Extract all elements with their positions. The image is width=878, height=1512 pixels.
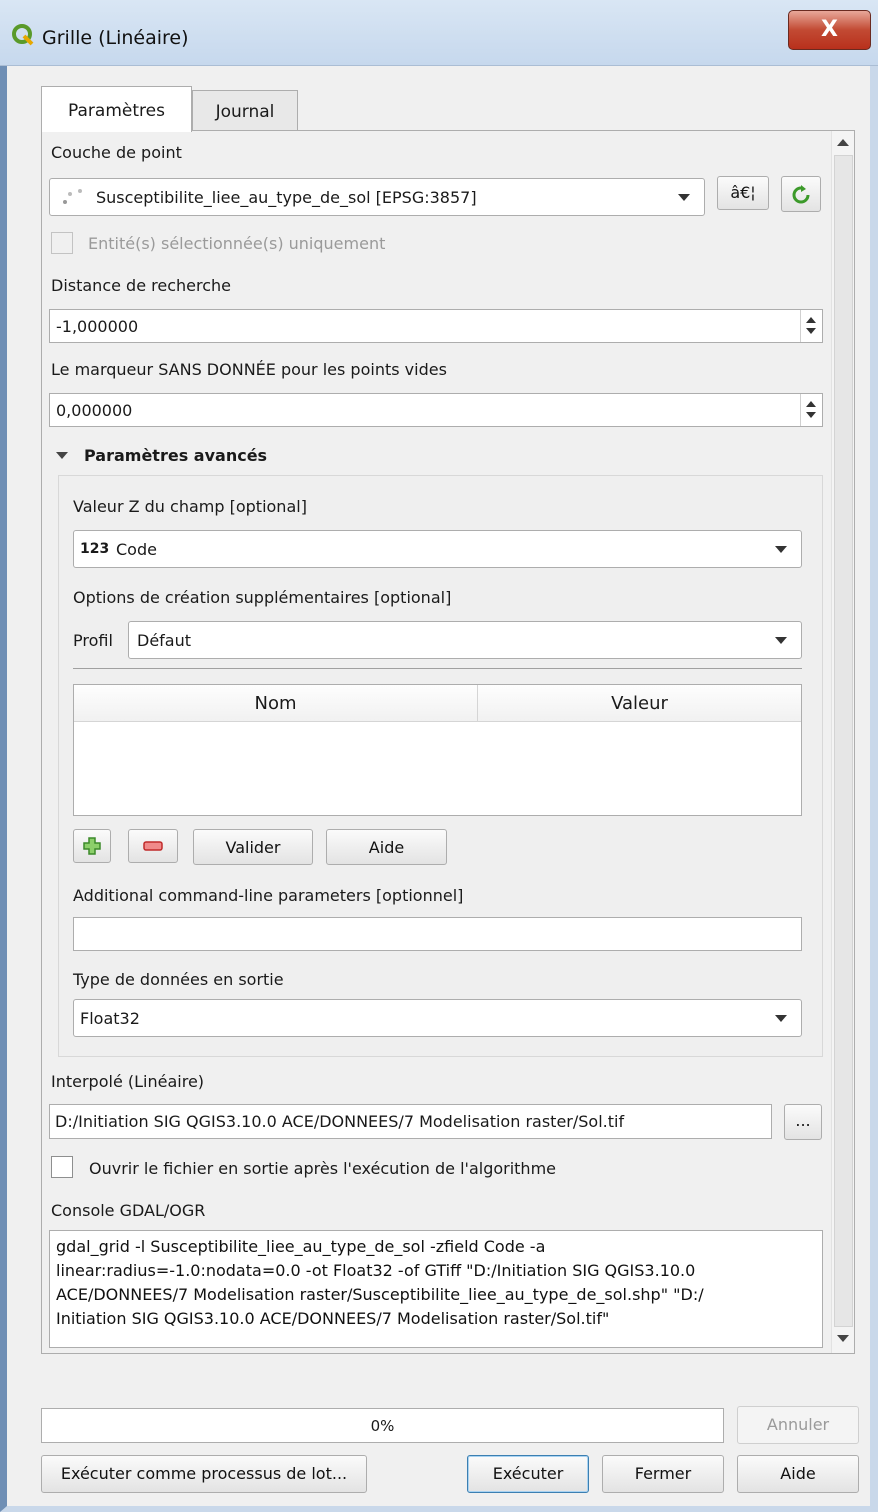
vertical-scrollbar[interactable]	[831, 131, 854, 1353]
z-field-value: Code	[116, 540, 157, 559]
nodata-value: 0,000000	[56, 401, 133, 420]
validate-button[interactable]: Valider	[193, 829, 313, 865]
point-layer-value: Susceptibilite_liee_au_type_de_sol [EPSG…	[96, 188, 477, 207]
output-type-label: Type de données en sortie	[73, 970, 284, 989]
selected-only-label: Entité(s) sélectionnée(s) uniquement	[88, 234, 386, 253]
spin-up-icon[interactable]	[806, 317, 816, 323]
browse-button[interactable]: ...	[784, 1104, 822, 1140]
tab-journal[interactable]: Journal	[192, 90, 298, 130]
scrollbar-thumb[interactable]	[834, 155, 853, 1327]
scroll-up-icon[interactable]	[837, 139, 849, 146]
iterate-icon	[792, 185, 810, 204]
batch-process-button[interactable]: Exécuter comme processus de lot...	[41, 1455, 367, 1493]
layer-options-button[interactable]: â€¦	[717, 176, 769, 210]
spin-down-icon[interactable]	[806, 328, 816, 334]
nodata-label: Le marqueur SANS DONNÉE pour les points …	[51, 360, 447, 379]
spin-down-icon[interactable]	[806, 412, 816, 418]
output-type-combo[interactable]: Float32	[73, 999, 802, 1037]
options-help-button[interactable]: Aide	[326, 829, 447, 865]
nodata-spinbox[interactable]: 0,000000	[49, 393, 823, 427]
title-bar: Grille (Linéaire)	[0, 0, 878, 66]
open-after-label: Ouvrir le fichier en sortie après l'exéc…	[89, 1159, 556, 1178]
qgis-logo-icon	[12, 24, 34, 46]
minus-icon	[143, 841, 163, 851]
advanced-params-header[interactable]: Paramètres avancés	[84, 446, 267, 465]
additional-params-label: Additional command-line parameters [opti…	[73, 886, 464, 905]
separator	[73, 668, 802, 669]
point-layer-icon	[63, 189, 82, 204]
output-label: Interpolé (Linéaire)	[51, 1072, 205, 1091]
console-line: ACE/DONNEES/7 Modelisation raster/Suscep…	[56, 1285, 704, 1304]
search-distance-value: -1,000000	[56, 317, 139, 336]
column-header-nom[interactable]: Nom	[74, 685, 478, 722]
gdal-console[interactable]: gdal_grid -l Susceptibilite_liee_au_type…	[49, 1230, 823, 1348]
output-type-value: Float32	[80, 1009, 140, 1028]
close-button[interactable]: Fermer	[602, 1455, 724, 1493]
open-after-checkbox[interactable]	[51, 1156, 73, 1178]
console-label: Console GDAL/OGR	[51, 1201, 206, 1220]
profile-value: Défaut	[137, 631, 192, 650]
progress-bar: 0%	[41, 1408, 724, 1443]
progress-text: 0%	[370, 1417, 395, 1435]
nodata-stepper[interactable]	[800, 394, 822, 426]
collapse-arrow-icon[interactable]	[56, 452, 68, 459]
creation-options-label: Options de création supplémentaires [opt…	[73, 588, 452, 607]
point-layer-combo[interactable]: Susceptibilite_liee_au_type_de_sol [EPSG…	[49, 178, 705, 216]
spin-up-icon[interactable]	[806, 401, 816, 407]
creation-options-table[interactable]: Nom Valeur	[73, 684, 802, 816]
add-row-button[interactable]	[73, 829, 111, 863]
run-button[interactable]: Exécuter	[467, 1455, 589, 1493]
chevron-down-icon	[678, 194, 690, 201]
chevron-down-icon	[775, 637, 787, 644]
remove-row-button[interactable]	[128, 829, 178, 863]
scroll-down-icon[interactable]	[837, 1335, 849, 1342]
search-distance-stepper[interactable]	[800, 310, 822, 342]
profile-combo[interactable]: Défaut	[128, 621, 802, 659]
window-title: Grille (Linéaire)	[42, 27, 189, 49]
tab-parametres[interactable]: Paramètres	[41, 86, 192, 132]
output-path-value: D:/Initiation SIG QGIS3.10.0 ACE/DONNEES…	[55, 1112, 625, 1131]
z-field-combo[interactable]: 123 Code	[73, 530, 802, 568]
close-window-button[interactable]: X	[788, 10, 871, 50]
cancel-button[interactable]: Annuler	[737, 1406, 859, 1444]
output-path-input[interactable]: D:/Initiation SIG QGIS3.10.0 ACE/DONNEES…	[49, 1104, 772, 1139]
z-field-label: Valeur Z du champ [optional]	[73, 497, 307, 516]
search-distance-label: Distance de recherche	[51, 276, 231, 295]
additional-params-input[interactable]	[73, 917, 802, 951]
console-line: Initiation SIG QGIS3.10.0 ACE/DONNEES/7 …	[56, 1309, 610, 1328]
iterate-button[interactable]	[781, 176, 821, 212]
point-layer-label: Couche de point	[51, 143, 182, 162]
numeric-field-icon: 123	[80, 541, 110, 557]
search-distance-spinbox[interactable]: -1,000000	[49, 309, 823, 343]
console-line: gdal_grid -l Susceptibilite_liee_au_type…	[56, 1237, 546, 1256]
plus-icon	[83, 837, 101, 855]
tab-journal-label: Journal	[215, 102, 275, 122]
selected-only-checkbox[interactable]	[51, 232, 73, 254]
tab-parametres-label: Paramètres	[68, 101, 165, 121]
help-button[interactable]: Aide	[737, 1455, 859, 1493]
column-header-valeur[interactable]: Valeur	[478, 685, 801, 722]
console-line: linear:radius=-1.0:nodata=0.0 -ot Float3…	[56, 1261, 696, 1280]
chevron-down-icon	[775, 546, 787, 553]
profile-label: Profil	[73, 631, 113, 650]
chevron-down-icon	[775, 1015, 787, 1022]
